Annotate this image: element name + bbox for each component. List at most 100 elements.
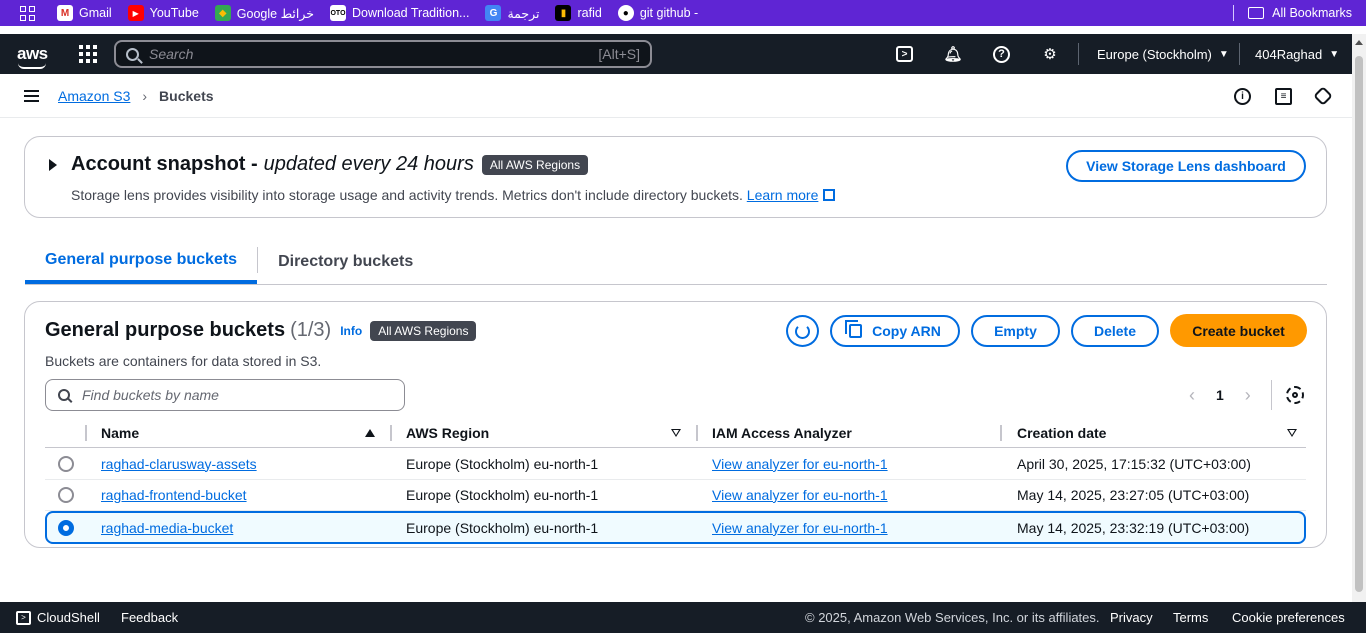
breadcrumb-amazon-s3[interactable]: Amazon S3 [58, 88, 130, 104]
table-settings-gear-icon[interactable] [1285, 386, 1304, 404]
account-snapshot-panel: Account snapshot - updated every 24 hour… [24, 136, 1327, 218]
creation-date: May 14, 2025, 23:27:05 (UTC+03:00) [1017, 486, 1250, 503]
snapshot-description: Storage lens provides visibility into st… [71, 187, 836, 203]
caret-down-icon: ▼ [1329, 48, 1340, 60]
services-grid-icon[interactable] [79, 45, 97, 63]
bookmark-translate[interactable]: G ترجمة [485, 5, 539, 21]
search-shortcut: [Alt+S] [598, 46, 640, 62]
row-radio-selected[interactable] [58, 519, 74, 536]
scroll-up-icon[interactable] [1355, 40, 1363, 45]
folder-icon [1248, 7, 1265, 19]
menu-icon[interactable] [24, 89, 39, 102]
page-scrollbar[interactable] [1352, 34, 1366, 602]
terms-link[interactable]: Terms [1173, 602, 1208, 633]
column-header-analyzer: IAM Access Analyzer [712, 425, 852, 441]
external-link-icon [823, 189, 836, 201]
snapshot-title[interactable]: Account snapshot - updated every 24 hour… [49, 153, 589, 176]
bookmark-youtube[interactable]: ▶ YouTube [127, 5, 199, 21]
table-row-selected[interactable]: raghad-media-bucket Europe (Stockholm) e… [45, 511, 1306, 544]
view-analyzer-link[interactable]: View analyzer for eu-north-1 [712, 520, 888, 536]
refresh-icon [795, 323, 810, 339]
account-menu[interactable]: 404Raghad ▼ [1255, 34, 1339, 74]
feedback-link[interactable]: Feedback [121, 602, 178, 633]
table-row[interactable]: raghad-clarusway-assets Europe (Stockhol… [45, 449, 1306, 480]
sort-ascending-icon[interactable] [365, 418, 375, 448]
github-icon: ● [617, 5, 634, 21]
page-number[interactable]: 1 [1216, 387, 1224, 403]
breadcrumb-bar: Amazon S3 › Buckets i ≡ [0, 74, 1352, 118]
column-divider [390, 425, 392, 441]
buckets-panel: General purpose buckets (1/3) Info All A… [24, 301, 1327, 548]
prev-page-icon[interactable]: ‹ [1185, 385, 1199, 406]
cloudshell-link[interactable]: > CloudShell [16, 602, 100, 633]
column-header-region[interactable]: AWS Region [406, 418, 489, 448]
create-bucket-button[interactable]: Create bucket [1170, 314, 1307, 347]
bookmark-rafid[interactable]: ▮ rafid [555, 5, 602, 21]
bucket-name-link[interactable]: raghad-clarusway-assets [101, 456, 257, 472]
pager-divider [1270, 380, 1272, 410]
bell-icon[interactable]: 🔔︎ [943, 44, 963, 64]
row-radio[interactable] [58, 455, 74, 472]
help-icon[interactable]: ? [993, 45, 1010, 63]
privacy-link[interactable]: Privacy [1110, 602, 1153, 633]
tab-directory-buckets[interactable]: Directory buckets [258, 240, 433, 284]
sort-icon[interactable] [1287, 418, 1297, 448]
column-header-creation-date[interactable]: Creation date [1017, 418, 1106, 448]
aws-logo[interactable]: aws [17, 45, 49, 69]
cookie-preferences-link[interactable]: Cookie preferences [1232, 602, 1345, 633]
region-badge: All AWS Regions [370, 320, 477, 341]
bucket-region: Europe (Stockholm) eu-north-1 [406, 486, 599, 503]
expand-caret-icon[interactable] [49, 158, 57, 171]
sort-icon[interactable] [671, 418, 681, 448]
delete-button[interactable]: Delete [1071, 315, 1159, 347]
refresh-button[interactable] [786, 315, 819, 347]
bookmark-github[interactable]: ● git github - [617, 5, 698, 21]
bookmark-maps[interactable]: ◆ Google خرائط [214, 5, 314, 21]
row-radio[interactable] [58, 486, 74, 503]
all-bookmarks[interactable]: All Bookmarks [1248, 6, 1352, 20]
apps-grid-icon[interactable] [17, 3, 37, 23]
empty-button[interactable]: Empty [971, 315, 1060, 347]
help-panel-icon[interactable] [1313, 86, 1333, 106]
settings-gear-icon[interactable]: ⚙ [1040, 44, 1060, 64]
bucket-region: Europe (Stockholm) eu-north-1 [406, 455, 599, 472]
table-row[interactable]: raghad-frontend-bucket Europe (Stockholm… [45, 480, 1306, 511]
column-divider [696, 425, 698, 441]
next-page-icon[interactable]: › [1241, 385, 1255, 406]
bucket-tabs: General purpose buckets Directory bucket… [25, 240, 1327, 285]
info-icon[interactable]: i [1234, 87, 1251, 105]
view-storage-lens-button[interactable]: View Storage Lens dashboard [1066, 150, 1306, 182]
region-badge: All AWS Regions [481, 154, 589, 175]
buckets-heading: General purpose buckets (1/3) Info All A… [45, 319, 477, 342]
bucket-region: Europe (Stockholm) eu-north-1 [406, 519, 599, 536]
nav-divider [1078, 43, 1079, 65]
bookmark-download[interactable]: OTO Download Tradition... [330, 5, 469, 21]
notes-icon[interactable]: ≡ [1275, 87, 1292, 105]
learn-more-link[interactable]: Learn more [747, 187, 819, 203]
info-link[interactable]: Info [340, 324, 362, 338]
tab-general-purpose-buckets[interactable]: General purpose buckets [25, 240, 258, 284]
bucket-name-link[interactable]: raghad-media-bucket [101, 520, 233, 536]
gmail-icon: M [57, 5, 73, 21]
copy-arn-button[interactable]: Copy ARN [830, 315, 960, 347]
find-buckets-input[interactable]: Find buckets by name [45, 379, 405, 411]
table-header: Name AWS Region IAM Access Analyzer Crea… [45, 418, 1306, 448]
column-divider [85, 425, 87, 441]
scrollbar-thumb[interactable] [1355, 56, 1363, 592]
oto-icon: OTO [330, 5, 347, 21]
creation-date: May 14, 2025, 23:32:19 (UTC+03:00) [1017, 519, 1250, 536]
view-analyzer-link[interactable]: View analyzer for eu-north-1 [712, 456, 888, 472]
search-input[interactable]: Search [Alt+S] [114, 40, 652, 68]
copy-icon [845, 320, 863, 338]
bucket-name-link[interactable]: raghad-frontend-bucket [101, 487, 247, 503]
rafid-icon: ▮ [555, 5, 572, 21]
region-selector[interactable]: Europe (Stockholm) ▼ [1097, 34, 1229, 74]
youtube-icon: ▶ [127, 5, 144, 21]
footer: > CloudShell Feedback © 2025, Amazon Web … [0, 602, 1366, 633]
bookmarks-divider [1233, 5, 1235, 21]
breadcrumb-current: Buckets [159, 87, 214, 104]
cloudshell-icon[interactable]: > [896, 46, 913, 62]
bookmark-gmail[interactable]: M Gmail [57, 5, 112, 21]
column-header-name[interactable]: Name [101, 418, 139, 448]
view-analyzer-link[interactable]: View analyzer for eu-north-1 [712, 487, 888, 503]
